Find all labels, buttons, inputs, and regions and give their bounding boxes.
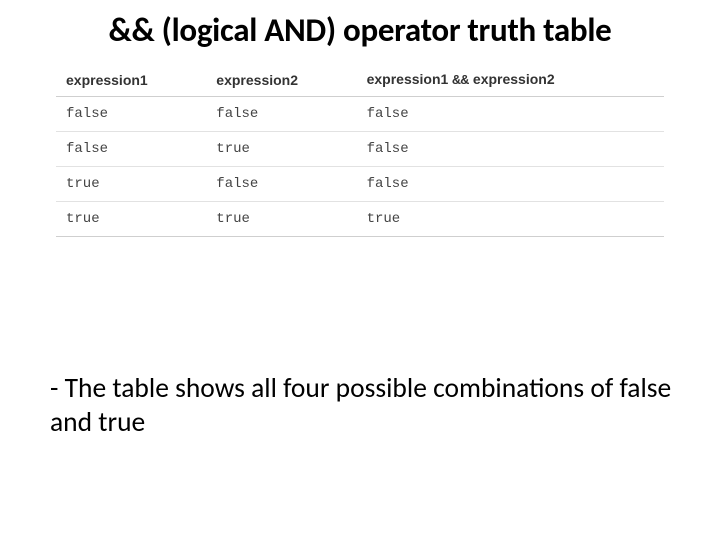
cell-expr2: true [206, 201, 356, 236]
col-header-result: expression1 && expression2 [357, 64, 664, 97]
page-title: && (logical AND) operator truth table [50, 12, 670, 50]
truth-table-container: expression1 expression2 expression1 && e… [56, 64, 664, 237]
cell-expr1: false [56, 96, 206, 131]
table-row: true true true [56, 201, 664, 236]
cell-result: false [357, 166, 664, 201]
table-header-row: expression1 expression2 expression1 && e… [56, 64, 664, 97]
cell-result: true [357, 201, 664, 236]
table-row: false true false [56, 131, 664, 166]
cell-expr1: false [56, 131, 206, 166]
slide: && (logical AND) operator truth table ex… [0, 0, 720, 540]
cell-expr2: false [206, 96, 356, 131]
col-header-expression1: expression1 [56, 64, 206, 97]
caption-text: - The table shows all four possible comb… [50, 372, 680, 439]
cell-expr2: false [206, 166, 356, 201]
cell-result: false [357, 131, 664, 166]
cell-expr1: true [56, 166, 206, 201]
col-header-result-left: expression1 [367, 71, 449, 87]
cell-result: false [357, 96, 664, 131]
col-header-expression2: expression2 [206, 64, 356, 97]
truth-table: expression1 expression2 expression1 && e… [56, 64, 664, 237]
table-row: false false false [56, 96, 664, 131]
col-header-result-operator: && [452, 73, 469, 89]
col-header-result-right: expression2 [473, 71, 555, 87]
cell-expr2: true [206, 131, 356, 166]
cell-expr1: true [56, 201, 206, 236]
table-row: true false false [56, 166, 664, 201]
